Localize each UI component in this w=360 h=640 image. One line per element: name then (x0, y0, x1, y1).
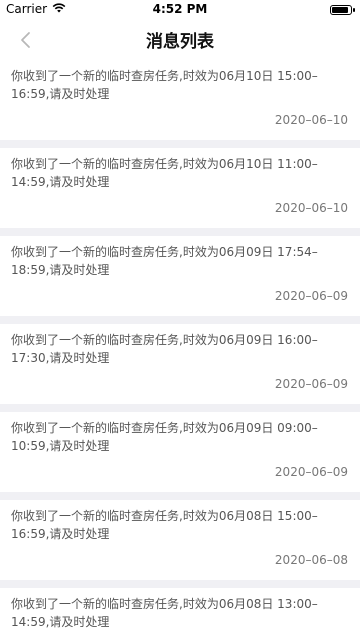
message-text: 你收到了一个新的临时查房任务,时效为06月10日 11:00–14:59,请及时… (11, 157, 318, 189)
message-date: 2020–06–08 (274, 553, 348, 567)
list-item[interactable]: 你收到了一个新的临时查房任务,时效为06月10日 15:00–16:59,请及时… (0, 60, 360, 140)
page-title: 消息列表 (146, 32, 214, 52)
list-item[interactable]: 你收到了一个新的临时查房任务,时效为06月09日 09:00–10:59,请及时… (0, 412, 360, 492)
navigation-bar: 消息列表 (0, 20, 360, 60)
message-date: 2020–06–09 (274, 465, 348, 479)
message-date: 2020–06–10 (274, 113, 348, 127)
message-text: 你收到了一个新的临时查房任务,时效为06月08日 13:00–14:59,请及时… (11, 597, 318, 629)
status-time: 4:52 PM (152, 2, 208, 16)
message-text: 你收到了一个新的临时查房任务,时效为06月09日 09:00–10:59,请及时… (11, 421, 318, 453)
list-item[interactable]: 你收到了一个新的临时查房任务,时效为06月08日 13:00–14:59,请及时… (0, 588, 360, 640)
list-item[interactable]: 你收到了一个新的临时查房任务,时效为06月09日 16:00–17:30,请及时… (0, 324, 360, 404)
list-item[interactable]: 你收到了一个新的临时查房任务,时效为06月10日 11:00–14:59,请及时… (0, 148, 360, 228)
message-date: 2020–06–10 (274, 201, 348, 215)
message-list: 你收到了一个新的临时查房任务,时效为06月10日 15:00–16:59,请及时… (0, 60, 360, 640)
status-bar: Carrier 4:52 PM (0, 0, 360, 20)
message-text: 你收到了一个新的临时查房任务,时效为06月09日 17:54–18:59,请及时… (11, 245, 318, 277)
battery-icon (330, 5, 355, 15)
message-text: 你收到了一个新的临时查房任务,时效为06月10日 15:00–16:59,请及时… (11, 69, 318, 101)
battery-fill (332, 7, 348, 13)
message-date: 2020–06–09 (274, 289, 348, 303)
list-item[interactable]: 你收到了一个新的临时查房任务,时效为06月08日 15:00–16:59,请及时… (0, 500, 360, 580)
message-text: 你收到了一个新的临时查房任务,时效为06月09日 16:00–17:30,请及时… (11, 333, 318, 365)
list-item[interactable]: 你收到了一个新的临时查房任务,时效为06月09日 17:54–18:59,请及时… (0, 236, 360, 316)
message-text: 你收到了一个新的临时查房任务,时效为06月08日 15:00–16:59,请及时… (11, 509, 318, 541)
message-date: 2020–06–09 (274, 377, 348, 391)
